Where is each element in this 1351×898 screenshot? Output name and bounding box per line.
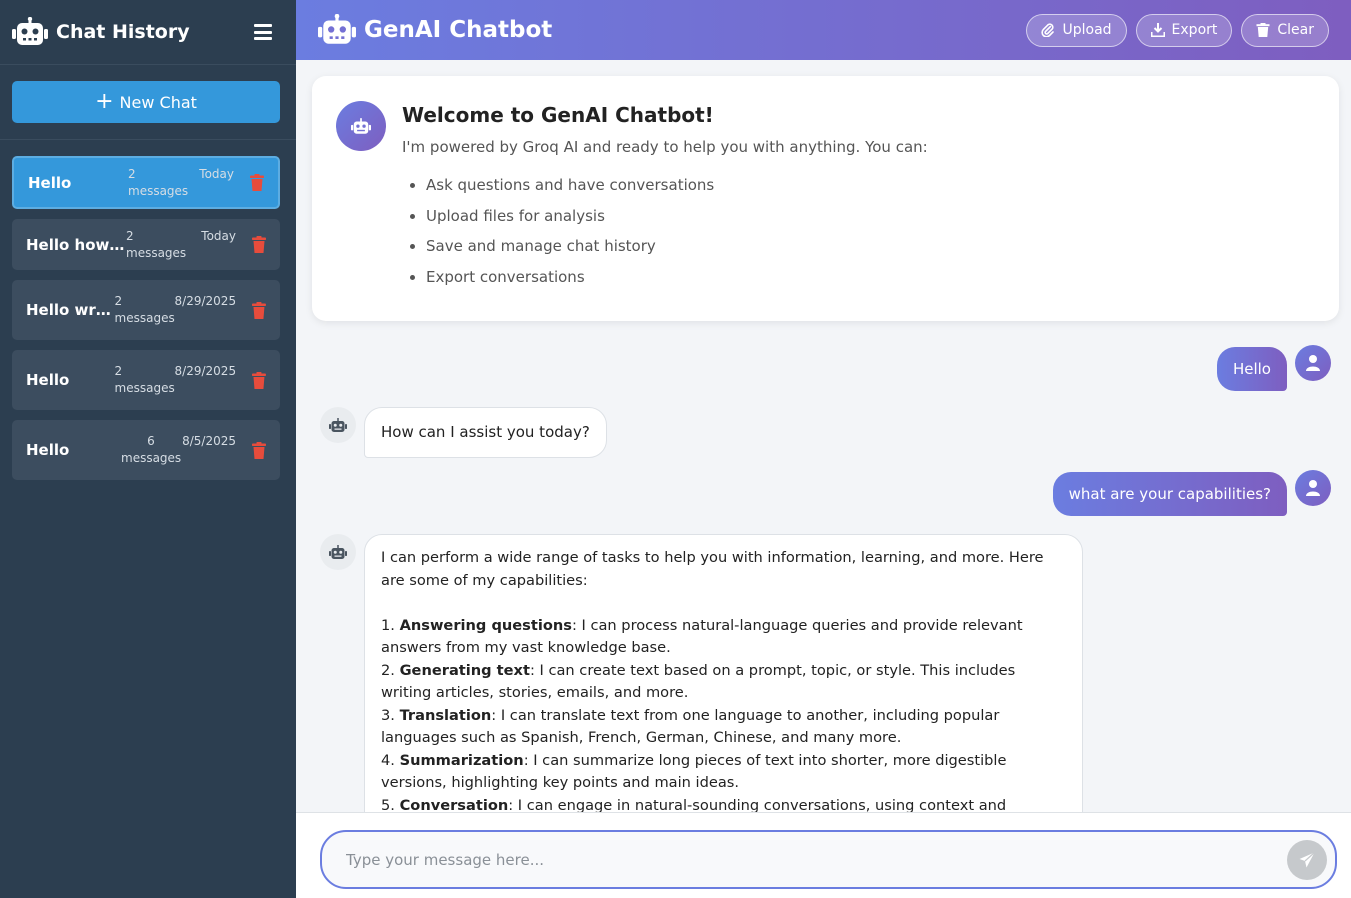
- message-input-area: [296, 812, 1351, 898]
- chat-item-date: Today: [201, 228, 236, 243]
- chat-item-date: 8/29/2025: [174, 364, 237, 378]
- chat-history-list: Hello 2 messages Today Hello how u... 2 …: [0, 140, 296, 480]
- chat-item-count: 2 messages: [114, 364, 175, 395]
- robot-icon: [318, 14, 356, 44]
- welcome-title: Welcome to GenAI Chatbot!: [402, 103, 714, 127]
- message-input[interactable]: [346, 848, 1266, 872]
- user-icon: [1306, 480, 1320, 496]
- plus-icon: +: [95, 89, 114, 114]
- bot-avatar: [320, 534, 356, 570]
- bot-avatar: [336, 101, 386, 151]
- delete-chat-icon[interactable]: [250, 174, 264, 191]
- chat-item-count: 6 messages: [121, 434, 182, 465]
- chat-item-date: 8/29/2025: [174, 294, 237, 308]
- delete-chat-icon[interactable]: [252, 301, 266, 319]
- bot-avatar: [320, 407, 356, 443]
- user-message-bubble: what are your capabilities?: [1052, 472, 1287, 516]
- message-input-box: [320, 830, 1337, 889]
- new-chat-button[interactable]: + New Chat: [12, 81, 280, 123]
- download-icon: [1150, 23, 1165, 37]
- response-intro: I can perform a wide range of tasks to h…: [381, 549, 1044, 589]
- upload-label: Upload: [1062, 22, 1112, 38]
- capability-item: 2. Generating text: I can create text ba…: [381, 661, 1016, 702]
- sidebar-title: Chat History: [56, 21, 190, 43]
- new-chat-label: New Chat: [119, 92, 197, 112]
- chat-history-item[interactable]: Hello 2 messages Today: [12, 156, 280, 209]
- chat-item-title: Hello how u...: [26, 235, 126, 254]
- list-item: Ask questions and have conversations: [426, 176, 714, 207]
- send-icon: [1299, 852, 1315, 868]
- chat-item-date: 8/5/2025: [182, 434, 236, 448]
- user-avatar: [1295, 470, 1331, 506]
- export-button[interactable]: Export: [1135, 13, 1233, 47]
- trash-icon: [1256, 23, 1270, 37]
- list-item: Save and manage chat history: [426, 237, 714, 268]
- robot-icon: [12, 17, 48, 45]
- new-chat-section: + New Chat: [0, 65, 296, 140]
- upload-button[interactable]: Upload: [1026, 13, 1127, 47]
- robot-icon: [351, 117, 371, 134]
- bot-message: I can perform a wide range of tasks to h…: [320, 534, 1083, 812]
- user-avatar: [1295, 345, 1331, 381]
- robot-icon: [329, 544, 347, 559]
- send-button[interactable]: [1287, 840, 1327, 880]
- capability-item: 5. Conversation: I can engage in natural…: [381, 796, 1007, 813]
- bot-message: How can I assist you today?: [320, 407, 607, 458]
- user-message: Hello: [1216, 345, 1331, 391]
- app-title: GenAI Chatbot: [364, 17, 553, 43]
- welcome-subtitle: I'm powered by Groq AI and ready to help…: [402, 138, 928, 156]
- chat-item-date: Today: [199, 166, 234, 181]
- delete-chat-icon[interactable]: [252, 441, 266, 459]
- clear-button[interactable]: Clear: [1241, 13, 1329, 47]
- list-item: Export conversations: [426, 268, 714, 299]
- chat-history-item[interactable]: Hello 6 messages 8/5/2025: [12, 420, 280, 480]
- robot-icon: [329, 417, 347, 432]
- paperclip-icon: [1041, 23, 1055, 37]
- sidebar-header: Chat History: [0, 0, 296, 65]
- chat-item-title: Hello writ...: [26, 301, 115, 319]
- user-message-bubble: Hello: [1216, 347, 1287, 391]
- sidebar: Chat History + New Chat Hello 2 messages…: [0, 0, 296, 898]
- chat-item-title: Hello: [26, 441, 70, 459]
- app-header: GenAI Chatbot Upload Export Clear: [296, 0, 1351, 60]
- capability-item: 3. Translation: I can translate text fro…: [381, 706, 1000, 747]
- delete-chat-icon[interactable]: [252, 371, 266, 389]
- clear-label: Clear: [1277, 22, 1314, 38]
- export-label: Export: [1171, 22, 1218, 38]
- welcome-card: Welcome to GenAI Chatbot! I'm powered by…: [312, 76, 1339, 321]
- chat-history-item[interactable]: Hello 2 messages 8/29/2025: [12, 350, 280, 410]
- capability-item: 1. Answering questions: I can process na…: [381, 616, 1023, 657]
- welcome-features-list: Ask questions and have conversations Upl…: [426, 176, 714, 298]
- chat-item-count: 2 messages: [126, 228, 187, 260]
- chat-item-count: 2 messages: [114, 294, 175, 325]
- menu-toggle-icon[interactable]: [254, 24, 272, 40]
- delete-chat-icon[interactable]: [252, 236, 266, 253]
- chat-item-title: Hello: [26, 371, 70, 389]
- bot-message-bubble: I can perform a wide range of tasks to h…: [364, 534, 1083, 812]
- bot-message-bubble: How can I assist you today?: [364, 407, 607, 458]
- chat-messages: Welcome to GenAI Chatbot! I'm powered by…: [296, 60, 1351, 812]
- chat-history-item[interactable]: Hello how u... 2 messages Today: [12, 219, 280, 270]
- user-icon: [1306, 355, 1320, 371]
- chat-item-title: Hello: [28, 173, 72, 192]
- user-message: what are your capabilities?: [1052, 470, 1331, 516]
- list-item: Upload files for analysis: [426, 207, 714, 238]
- capability-item: 4. Summarization: I can summarize long p…: [381, 751, 1007, 792]
- chat-item-count: 2 messages: [128, 166, 189, 198]
- chat-history-item[interactable]: Hello writ... 2 messages 8/29/2025: [12, 280, 280, 340]
